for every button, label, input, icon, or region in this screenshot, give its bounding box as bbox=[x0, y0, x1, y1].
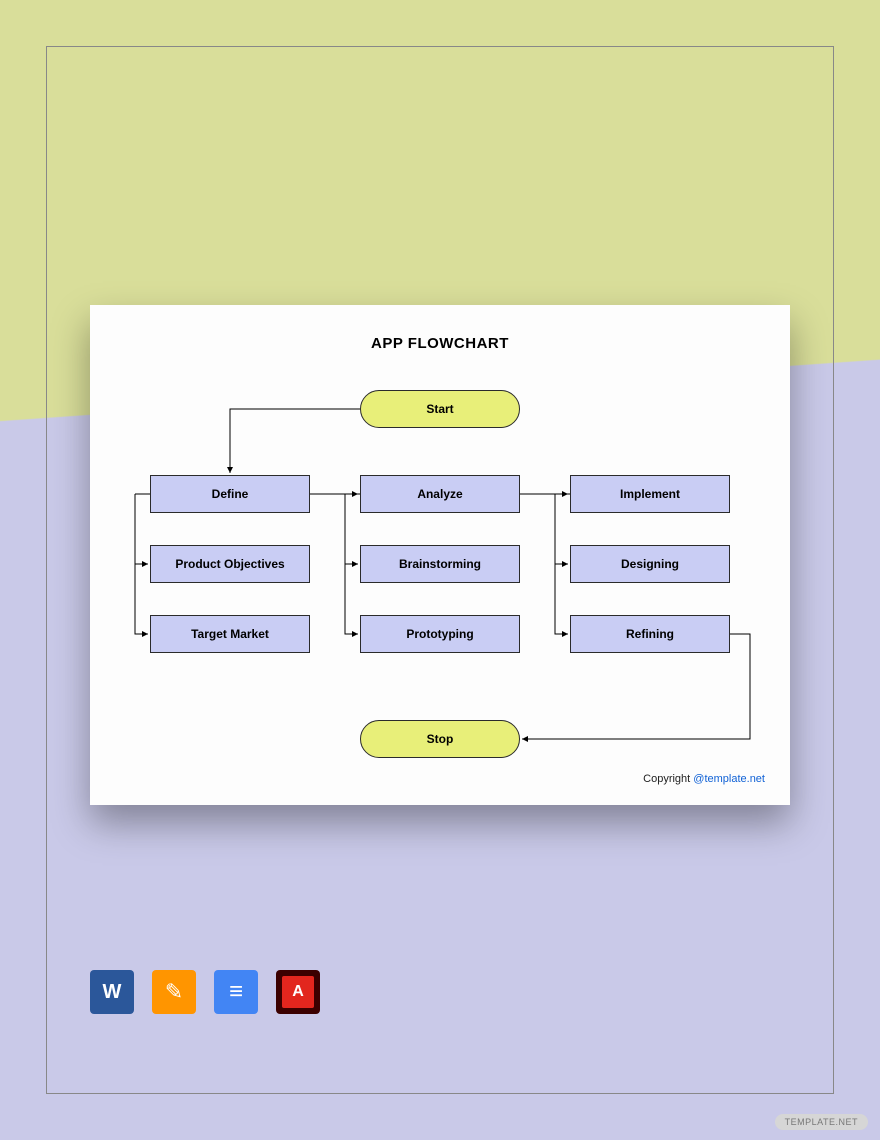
watermark-badge: TEMPLATE.NET bbox=[775, 1114, 868, 1130]
pdf-icon bbox=[276, 970, 320, 1014]
app-icons-row bbox=[90, 970, 320, 1014]
copyright-link[interactable]: @template.net bbox=[693, 773, 765, 785]
connectors bbox=[90, 305, 790, 805]
pages-icon bbox=[152, 970, 196, 1014]
word-icon bbox=[90, 970, 134, 1014]
flowchart-card: APP FLOWCHART Start Stop Define Product … bbox=[90, 305, 790, 805]
google-docs-icon bbox=[214, 970, 258, 1014]
copyright: Copyright @template.net bbox=[643, 773, 765, 785]
